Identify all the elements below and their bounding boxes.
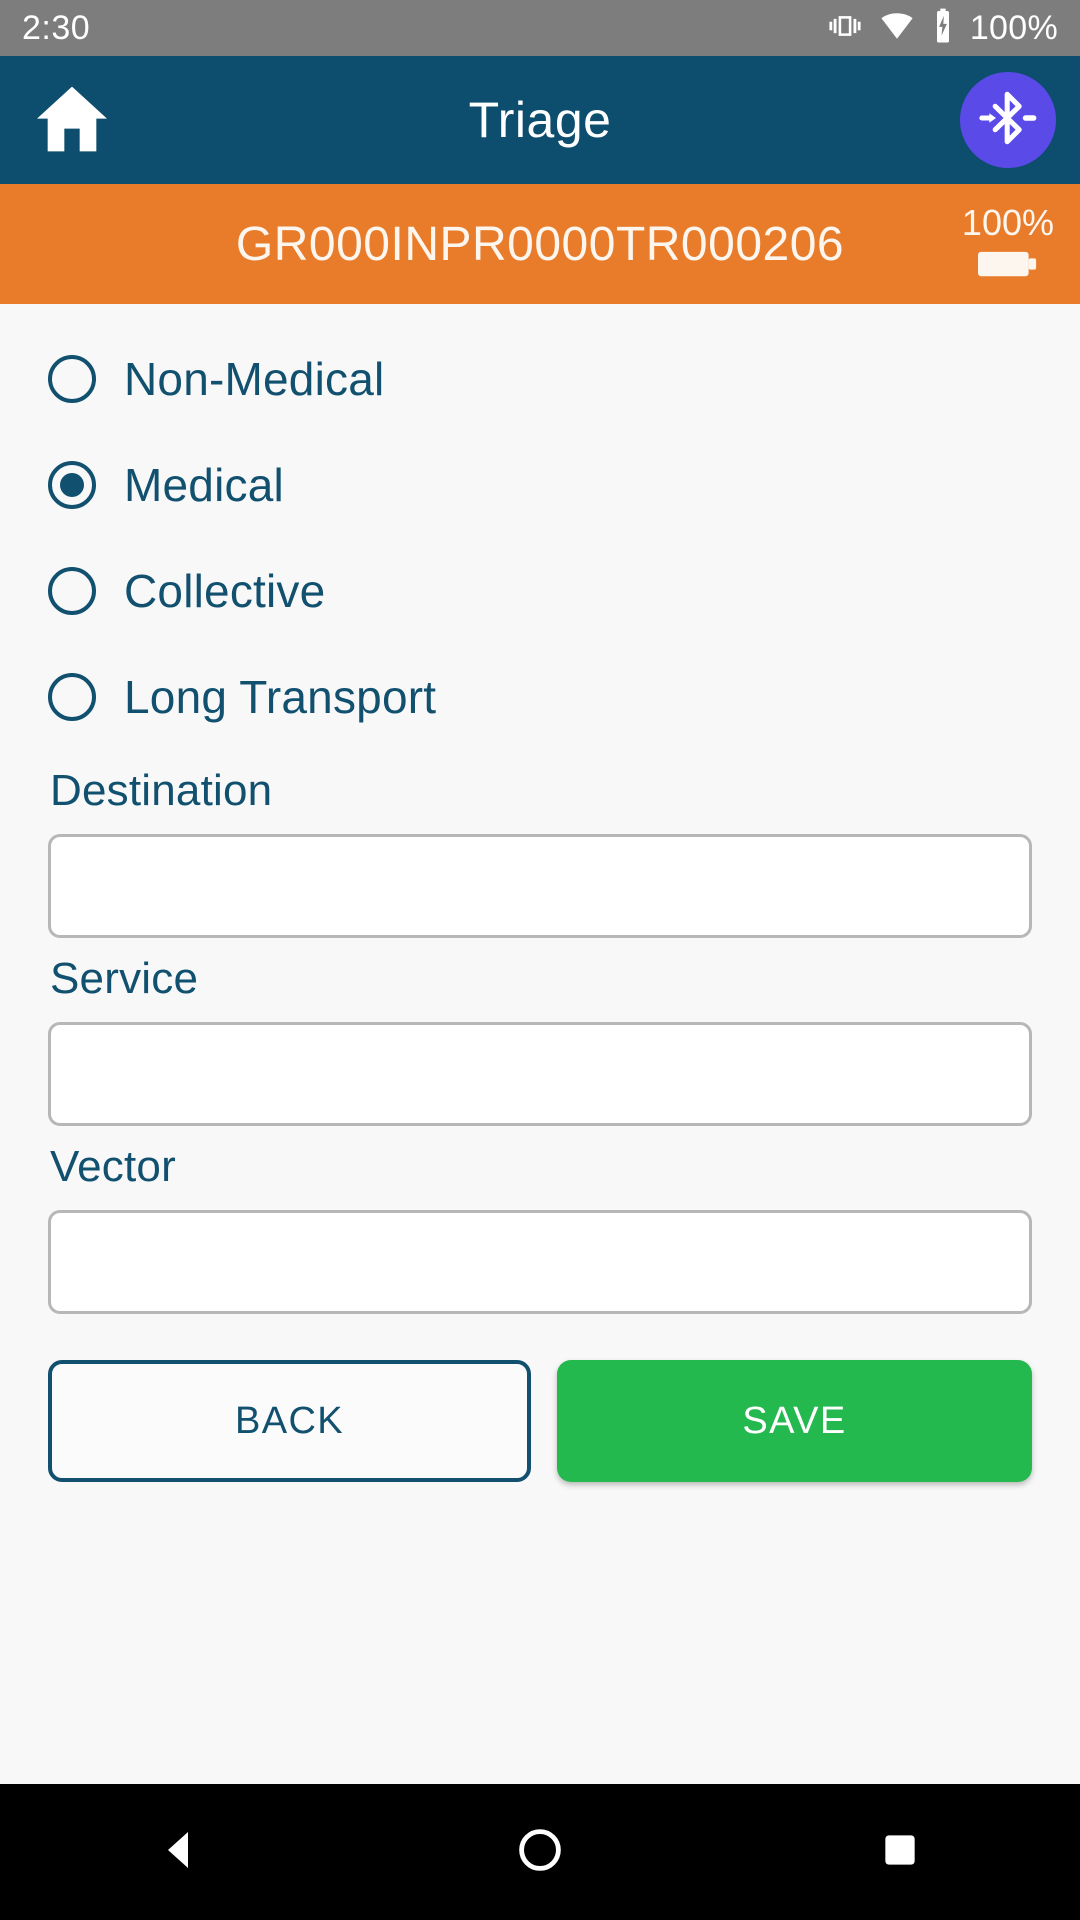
bluetooth-connected-icon <box>976 86 1040 155</box>
back-button[interactable]: BACK <box>48 1360 531 1482</box>
service-input[interactable] <box>48 1022 1032 1126</box>
field-destination: Destination <box>48 766 1032 938</box>
nav-back-button[interactable] <box>90 1784 270 1920</box>
device-battery-indicator: 100% <box>961 201 1054 284</box>
square-recents-icon <box>878 1828 922 1877</box>
radio-option-non-medical[interactable]: Non-Medical <box>48 326 1032 432</box>
battery-full-icon <box>977 249 1039 284</box>
triangle-back-icon <box>156 1826 204 1879</box>
radio-label: Long Transport <box>124 671 437 723</box>
circle-home-icon <box>516 1826 564 1879</box>
radio-label: Medical <box>124 459 284 511</box>
device-battery-percent: 100% <box>961 201 1054 243</box>
radio-icon-selected[interactable] <box>48 461 96 509</box>
battery-charging-icon <box>932 8 954 49</box>
home-button[interactable] <box>24 72 120 168</box>
triage-type-radio-group: Non-Medical Medical Collective Long Tran… <box>48 304 1032 750</box>
radio-icon[interactable] <box>48 567 96 615</box>
radio-label: Collective <box>124 565 326 617</box>
nav-home-button[interactable] <box>450 1784 630 1920</box>
page-title: Triage <box>468 92 612 148</box>
patient-id: GR000INPR0000TR000206 <box>235 217 845 271</box>
phone-screen: 2:30 100% Triage GR000INPR0000TR000206 1… <box>0 0 1080 1920</box>
vector-input[interactable] <box>48 1210 1032 1314</box>
status-battery-percent: 100% <box>969 8 1058 47</box>
radio-icon[interactable] <box>48 673 96 721</box>
home-icon <box>31 78 113 163</box>
field-label-vector: Vector <box>50 1142 176 1191</box>
status-bar: 2:30 100% <box>0 0 1080 56</box>
app-bar: Triage <box>0 56 1080 184</box>
android-nav-bar <box>0 1784 1080 1920</box>
bluetooth-button[interactable] <box>960 72 1056 168</box>
radio-icon[interactable] <box>48 355 96 403</box>
wifi-icon <box>878 9 916 48</box>
vibrate-icon <box>828 9 862 48</box>
destination-input[interactable] <box>48 834 1032 938</box>
status-icons: 100% <box>828 8 1058 49</box>
action-buttons: BACK SAVE <box>48 1360 1032 1482</box>
radio-option-long-transport[interactable]: Long Transport <box>48 644 1032 750</box>
patient-banner: GR000INPR0000TR000206 100% <box>0 184 1080 304</box>
save-button[interactable]: SAVE <box>557 1360 1032 1482</box>
nav-recents-button[interactable] <box>810 1784 990 1920</box>
field-label-service: Service <box>50 954 199 1003</box>
radio-label: Non-Medical <box>124 353 385 405</box>
radio-option-collective[interactable]: Collective <box>48 538 1032 644</box>
field-vector: Vector <box>48 1142 1032 1314</box>
radio-option-medical[interactable]: Medical <box>48 432 1032 538</box>
field-label-destination: Destination <box>50 766 273 815</box>
form-content: Non-Medical Medical Collective Long Tran… <box>0 304 1080 1784</box>
field-service: Service <box>48 954 1032 1126</box>
status-time: 2:30 <box>22 8 91 47</box>
